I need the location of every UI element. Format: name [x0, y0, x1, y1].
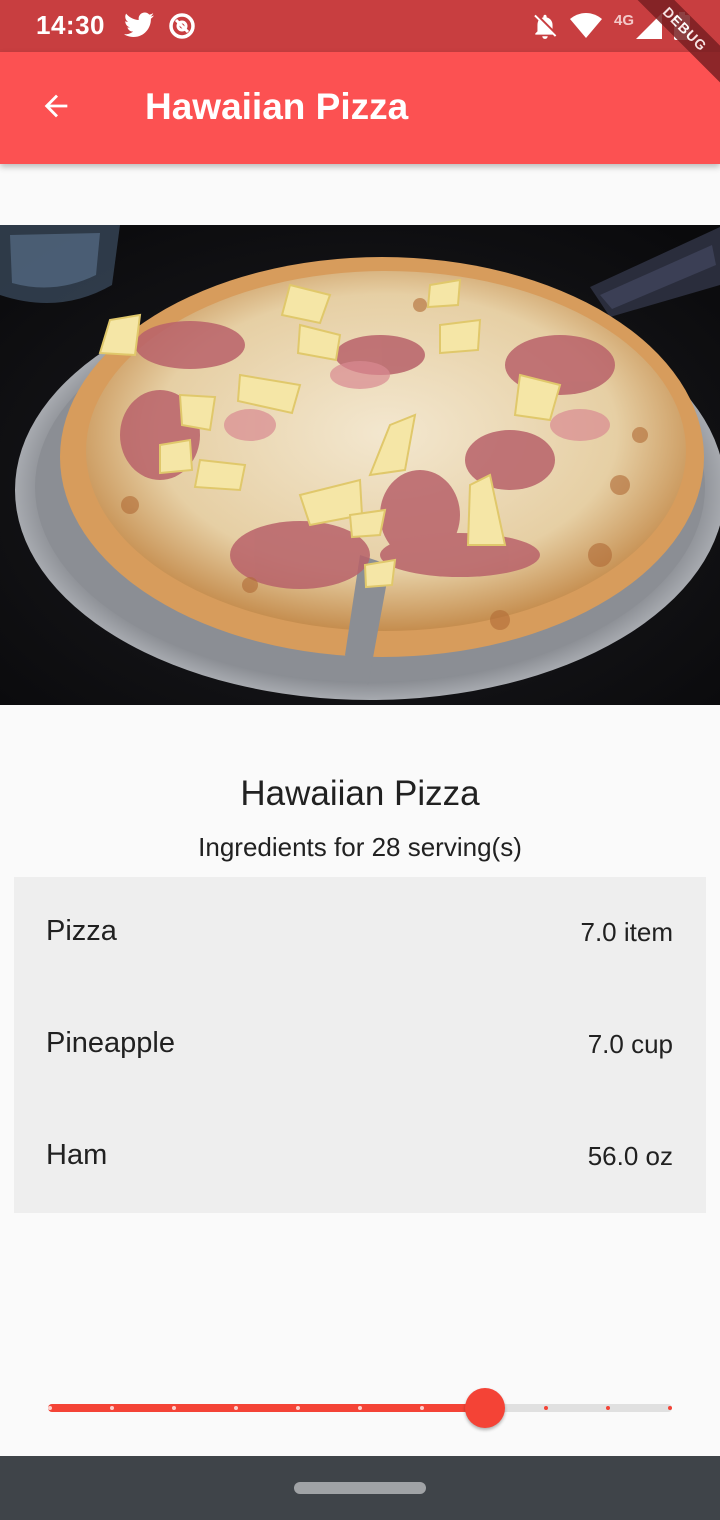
- recipe-image: [0, 225, 720, 705]
- ingredient-amount: 56.0 oz: [587, 1141, 673, 1171]
- slider-thumb[interactable]: [464, 1388, 505, 1428]
- recipe-title: Hawaiian Pizza: [240, 774, 480, 813]
- home-gesture-handle[interactable]: [294, 1482, 426, 1494]
- ingredients-card: Pizza 7.0 item Pineapple 7.0 cup Ham 56.…: [14, 877, 706, 1213]
- slider-tick-mark: [358, 1406, 362, 1410]
- app-bar: Hawaiian Pizza: [0, 52, 720, 164]
- navigation-bar: [0, 1456, 720, 1520]
- slider-tick-mark: [172, 1406, 176, 1410]
- slider-tick-mark: [296, 1406, 300, 1410]
- at-sign-icon: [168, 12, 196, 45]
- arrow-back-icon: [39, 89, 73, 128]
- ingredient-row: Ham 56.0 oz: [14, 1101, 706, 1213]
- notifications-off-icon: [532, 12, 558, 45]
- status-time: 14:30: [36, 10, 105, 40]
- twitter-icon: [124, 12, 154, 45]
- status-bar: 14:30 4G: [0, 0, 720, 52]
- slider-tick-mark: [48, 1406, 52, 1410]
- ingredient-name: Pizza: [46, 915, 117, 947]
- ingredient-row: Pineapple 7.0 cup: [14, 989, 706, 1101]
- ingredient-name: Pineapple: [46, 1027, 175, 1059]
- app-bar-title: Hawaiian Pizza: [145, 86, 409, 127]
- ingredient-name: Ham: [46, 1139, 108, 1171]
- slider-tick-mark: [544, 1406, 548, 1410]
- back-button[interactable]: [24, 76, 88, 140]
- status-left-icons: [124, 12, 196, 45]
- slider-tick-mark: [606, 1406, 610, 1410]
- wifi-icon: [569, 13, 602, 44]
- servings-label: Ingredients for 28 serving(s): [198, 832, 522, 862]
- servings-slider[interactable]: [48, 1388, 672, 1428]
- ingredient-amount: 7.0 cup: [587, 1029, 673, 1059]
- slider-tick-mark: [110, 1406, 114, 1410]
- slider-tick-mark: [668, 1406, 672, 1410]
- ingredient-amount: 7.0 item: [580, 917, 674, 947]
- slider-tick-mark: [420, 1406, 424, 1410]
- slider-tick-mark: [234, 1406, 238, 1410]
- ingredient-row: Pizza 7.0 item: [14, 877, 706, 989]
- network-type-label: 4G: [613, 12, 634, 29]
